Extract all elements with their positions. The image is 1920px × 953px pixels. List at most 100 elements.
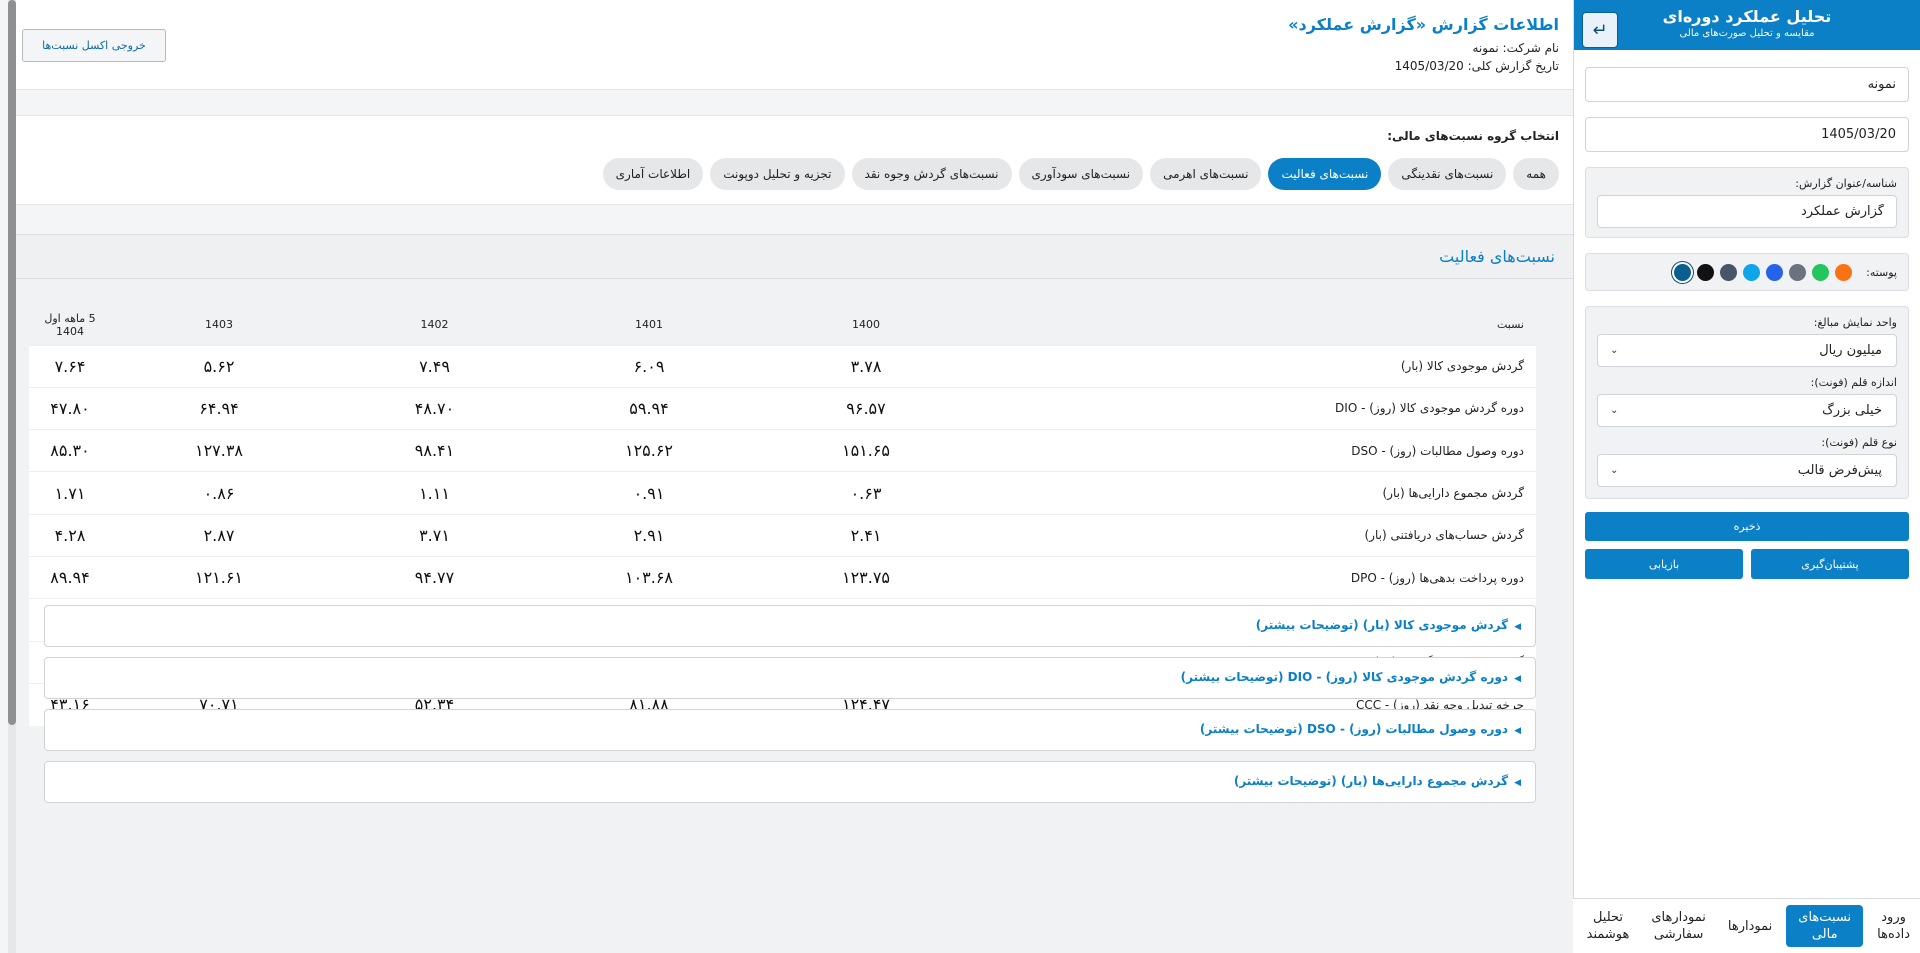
accordion-item[interactable]: ◀ دوره وصول مطالبات (روز) - DSO (توضیحات … <box>44 709 1536 751</box>
main-scrollbar[interactable] <box>8 0 16 953</box>
table-header-row: نسبت 1400 1401 1402 1403 5 ماهه اول 1404 <box>29 305 1536 345</box>
ratio-value-cell: ۵۹.۹۴ <box>542 386 756 430</box>
column-header: 1403 <box>111 305 327 345</box>
ratio-name-cell: دوره وصول مطالبات (روز) - DSO <box>976 429 1536 472</box>
sidebar-subtitle: مقایسه و تحلیل صورت‌های مالی <box>1679 28 1815 39</box>
ratio-group-pill[interactable]: نسبت‌های اهرمی <box>1150 158 1262 190</box>
skin-swatch[interactable] <box>1835 263 1853 281</box>
column-header: 1402 <box>327 305 542 345</box>
export-excel-button[interactable]: خروجی اکسل نسبت‌ها <box>22 29 166 62</box>
table-row: گردش موجودی کالا (بار) ۳.۷۸ ۶.۰۹ ۷.۴۹ ۵.۶۲ ۷.… <box>29 344 1536 388</box>
unit-select[interactable]: میلیون ریال ⌄ <box>1597 334 1897 367</box>
skin-label: پوسته: <box>1866 265 1897 279</box>
ratio-value-cell: ۱.۷۱ <box>29 471 111 515</box>
report-date-input[interactable] <box>1585 117 1909 152</box>
ratio-value-cell: ۱۲۱.۶۱ <box>111 555 327 599</box>
ratio-value-cell: ۸۹.۹۴ <box>29 555 111 599</box>
ratio-group-pill[interactable]: همه <box>1513 158 1559 190</box>
font-type-select[interactable]: پیش‌فرض قالب ⌄ <box>1597 454 1897 487</box>
ratio-value-cell: ۷.۴۹ <box>327 344 542 388</box>
ratio-group-pill[interactable]: نسبت‌های نقدینگی <box>1388 158 1507 190</box>
skin-swatch[interactable] <box>1766 263 1784 281</box>
skin-swatch[interactable] <box>1720 263 1738 281</box>
skin-swatch[interactable] <box>1812 263 1830 281</box>
font-type-label: نوع قلم (فونت): <box>1821 436 1897 449</box>
table-row: گردش حساب‌های دریافتنی (بار) ۲.۴۱ ۲.۹۱ ۳.۷۱… <box>29 513 1536 557</box>
ratio-group-pill[interactable]: نسبت‌های فعالیت <box>1268 158 1382 190</box>
bottom-nav-item[interactable]: ورود داده‌ها <box>1869 905 1918 947</box>
ratio-value-cell: ۱۲۷.۳۸ <box>111 429 327 472</box>
skin-swatch[interactable] <box>1789 263 1807 281</box>
bottom-nav-item[interactable]: نمودارها <box>1720 914 1780 939</box>
bottom-nav-item[interactable]: نمودارهای سفارشی <box>1643 905 1714 947</box>
report-id-label: شناسه/عنوان گزارش: <box>1795 177 1897 190</box>
column-header: نسبت <box>976 305 1536 345</box>
company-name-input[interactable] <box>1585 67 1909 102</box>
sidebar: تحلیل عملکرد دوره‌ای مقایسه و تحلیل صورت… <box>1573 0 1920 953</box>
column-header: 5 ماهه اول 1404 <box>29 305 111 345</box>
ratio-value-cell: ۲.۹۱ <box>542 513 756 557</box>
report-header: اطلاعات گزارش «گزارش عملکرد» نام شرکت: ن… <box>8 0 1573 90</box>
ratio-value-cell: ۶۴.۹۴ <box>111 386 327 430</box>
table-row: دوره پرداخت بدهی‌ها (روز) - DPO ۱۲۳.۷۵ ۱۰۳… <box>29 555 1536 599</box>
font-size-select-value: خیلی بزرگ <box>1822 403 1882 418</box>
ratio-value-cell: ۵.۶۲ <box>111 344 327 388</box>
ratio-group-pill[interactable]: تجزیه و تحلیل دوپونت <box>710 158 845 190</box>
backup-button[interactable]: پشتیبان‌گیری <box>1751 549 1909 579</box>
skin-row: پوسته: <box>1597 263 1897 281</box>
table-row: دوره گردش موجودی کالا (روز) - DIO ۹۶.۵۷ ۵۹… <box>29 386 1536 430</box>
ratio-group-pill[interactable]: نسبت‌های سودآوری <box>1018 158 1144 190</box>
ratio-value-cell: ۹۶.۵۷ <box>756 386 976 430</box>
skin-swatch[interactable] <box>1697 263 1715 281</box>
display-settings-card: واحد نمایش مبالغ: میلیون ریال ⌄ اندازه ق… <box>1585 306 1909 499</box>
accordion-label: دوره گردش موجودی کالا (روز) - DIO (توضیح… <box>1180 670 1509 684</box>
skin-swatch[interactable] <box>1743 263 1761 281</box>
company-name-line: نام شرکت: نمونه <box>1472 41 1559 55</box>
ratio-value-cell: ۰.۹۱ <box>542 471 756 515</box>
ratio-name-cell: گردش موجودی کالا (بار) <box>976 344 1536 388</box>
ratio-value-cell: ۷.۶۴ <box>29 344 111 388</box>
column-header: 1401 <box>542 305 756 345</box>
caret-left-icon: ◀ <box>1514 674 1521 684</box>
ratio-value-cell: ۰.۸۶ <box>111 471 327 515</box>
ratio-group-pills: همه نسبت‌های نقدینگی نسبت‌های فعالیت نسبت‌ه… <box>602 158 1559 190</box>
accordion-item[interactable]: ◀ دوره گردش موجودی کالا (روز) - DIO (توضی… <box>44 657 1536 699</box>
scrollbar-thumb[interactable] <box>8 0 16 725</box>
font-size-select[interactable]: خیلی بزرگ ⌄ <box>1597 394 1897 427</box>
ratio-name-cell: گردش مجموع دارایی‌ها (بار) <box>976 471 1536 515</box>
bottom-nav-item[interactable]: تحلیل هوشمند <box>1579 905 1638 947</box>
ratio-value-cell: ۱۲۵.۶۲ <box>542 429 756 472</box>
report-id-input[interactable] <box>1597 195 1897 228</box>
ratio-value-cell: ۲.۸۷ <box>111 513 327 557</box>
accordion-item[interactable]: ◀ گردش موجودی کالا (بار) (توضیحات بیشتر) <box>44 605 1536 647</box>
sidebar-toggle-icon[interactable]: ↵ <box>1582 12 1618 48</box>
accordion-item[interactable]: ◀ گردش مجموع دارایی‌ها (بار) (توضیحات بیش… <box>44 761 1536 803</box>
accordion-label: گردش موجودی کالا (بار) (توضیحات بیشتر) <box>1255 618 1509 632</box>
skin-swatch[interactable] <box>1674 263 1692 281</box>
ratio-value-cell: ۴.۲۸ <box>29 513 111 557</box>
report-date-line: تاریخ گزارش کلی: 1405/03/20 <box>1394 59 1559 73</box>
bottom-nav: ورود داده‌ها نسبت‌های مالی نمودارها نموداره… <box>1573 898 1920 953</box>
unit-label: واحد نمایش مبالغ: <box>1813 316 1897 329</box>
chevron-down-icon: ⌄ <box>1610 465 1619 476</box>
accordion-title: ◀ گردش موجودی کالا (بار) (توضیحات بیشتر) <box>1256 618 1521 632</box>
font-size-label: اندازه قلم (فونت): <box>1810 376 1897 389</box>
accordion-label: گردش مجموع دارایی‌ها (بار) (توضیحات بیشت… <box>1233 774 1509 788</box>
ratio-name-cell: گردش حساب‌های دریافتنی (بار) <box>976 513 1536 557</box>
accordion-title: ◀ دوره گردش موجودی کالا (روز) - DIO (توضی… <box>1181 670 1521 684</box>
ratio-value-cell: ۴۷.۸۰ <box>29 386 111 430</box>
accordion-label: دوره وصول مطالبات (روز) - DSO (توضیحات ب… <box>1199 722 1509 736</box>
section-title-bar: نسبت‌های فعالیت <box>8 235 1573 279</box>
bottom-nav-item[interactable]: نسبت‌های مالی <box>1786 905 1864 947</box>
ratio-group-selector: انتخاب گروه نسبت‌های مالی: همه نسبت‌های ن… <box>8 115 1573 205</box>
ratio-value-cell: ۱۲۳.۷۵ <box>756 555 976 599</box>
sidebar-title: تحلیل عملکرد دوره‌ای <box>1662 7 1832 26</box>
ratio-group-pill[interactable]: اطلاعات آماری <box>602 158 704 190</box>
restore-button[interactable]: بازیابی <box>1585 549 1743 579</box>
report-title: اطلاعات گزارش «گزارش عملکرد» <box>1288 15 1559 34</box>
ratio-value-cell: ۱۵۱.۶۵ <box>756 429 976 472</box>
ratio-value-cell: ۳.۷۸ <box>756 344 976 388</box>
ratio-name-cell: دوره گردش موجودی کالا (روز) - DIO <box>976 386 1536 430</box>
save-button[interactable]: ذخیره <box>1585 512 1909 541</box>
ratio-group-pill[interactable]: نسبت‌های گردش وجوه نقد <box>851 158 1012 190</box>
